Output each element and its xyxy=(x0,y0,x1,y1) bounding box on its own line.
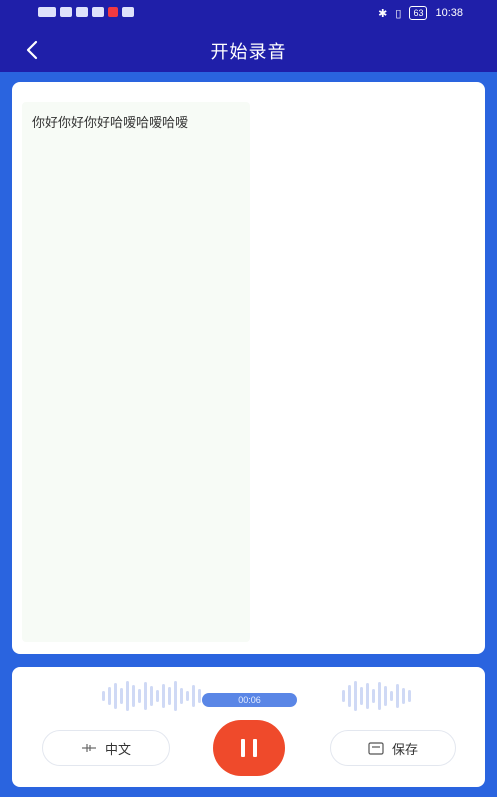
vibrate-icon: ▯ xyxy=(395,7,402,20)
waveform-right xyxy=(342,679,411,713)
status-icons-left xyxy=(38,7,134,17)
status-bar: ✱ ▯ 63 10:38 xyxy=(0,0,497,28)
language-label: 中文 xyxy=(104,742,131,758)
wifi-icon xyxy=(92,7,104,17)
signal-strength-icon xyxy=(60,7,72,17)
waveform-icon xyxy=(81,744,96,752)
pause-button[interactable] xyxy=(213,720,285,776)
save-button[interactable]: 保存 xyxy=(330,730,456,766)
pause-icon xyxy=(241,739,257,757)
save-box-icon xyxy=(368,741,384,755)
battery-icon: 63 xyxy=(409,6,428,20)
status-time: 10:38 xyxy=(435,7,463,19)
transcript-card: 你好你好你好哈嗳哈嗳哈嗳 xyxy=(12,82,485,654)
waveform-left xyxy=(102,679,201,713)
language-button[interactable]: 中文 xyxy=(42,730,170,766)
notification-icon xyxy=(108,7,118,17)
app-header: 开始录音 xyxy=(0,28,497,72)
transcript-text: 你好你好你好哈嗳哈嗳哈嗳 xyxy=(32,116,189,131)
sim-card-icon xyxy=(38,7,56,17)
transcript-highlight xyxy=(22,102,250,642)
signal-strength-icon-2 xyxy=(76,7,88,17)
status-icons-right: ✱ ▯ 63 10:38 xyxy=(378,6,463,20)
message-icon xyxy=(122,7,134,17)
save-label: 保存 xyxy=(391,742,418,758)
recorder-panel: 00:06 中文 保存 xyxy=(12,667,485,787)
recording-timer: 00:06 xyxy=(202,693,297,707)
bluetooth-icon: ✱ xyxy=(378,7,388,20)
page-title: 开始录音 xyxy=(210,42,287,63)
